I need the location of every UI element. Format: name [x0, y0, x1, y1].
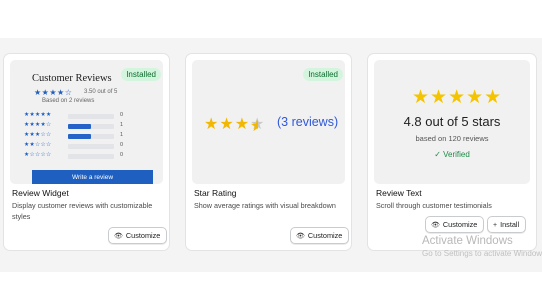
card-description: Scroll through customer testimonials — [376, 201, 492, 210]
bottom-band — [0, 272, 542, 305]
average-score: 3.50 out of 5 — [84, 89, 118, 95]
star-half-icon: ★ — [250, 116, 265, 133]
row-stars: ★★★★☆ — [24, 122, 52, 128]
row-bar — [68, 124, 114, 129]
row-bar — [68, 154, 114, 159]
rating-row: ★☆☆☆☆ 0 — [24, 152, 132, 162]
rating-stars: ★★★★★ — [412, 87, 503, 108]
rating-row: ★★☆☆☆ 0 — [24, 142, 132, 152]
app-card-review-widget: Customer Reviews ★★★★☆ 3.50 out of 5 Bas… — [3, 53, 170, 251]
row-bar — [68, 134, 114, 139]
row-count: 0 — [120, 142, 124, 148]
card-description: Display customer reviews with customizab… — [12, 201, 153, 221]
installed-badge: Installed — [121, 68, 161, 81]
app-card-review-text: ★★★★★ 4.8 out of 5 stars based on 120 re… — [367, 53, 537, 251]
row-stars: ★☆☆☆☆ — [24, 152, 52, 158]
write-review-button: Write a review — [32, 170, 153, 184]
preview-heading: Customer Reviews — [32, 73, 112, 84]
row-count: 0 — [120, 152, 124, 158]
average-stars: ★★★★☆ — [34, 88, 73, 97]
customize-label: Customize — [307, 231, 343, 240]
review-count-text: (3 reviews) — [277, 115, 339, 129]
star-full-icon: ★ — [204, 116, 220, 133]
verified-label: ✓ Verified — [434, 150, 470, 159]
row-count: 1 — [120, 132, 124, 138]
review-count: based on 120 reviews — [415, 134, 489, 143]
row-bar-fill — [68, 124, 91, 129]
plus-icon: + — [493, 222, 498, 229]
eye-icon: 👁︎ — [431, 222, 440, 229]
install-button[interactable]: + Install — [487, 216, 527, 233]
star-full-icon: ★ — [219, 116, 235, 133]
row-bar-fill — [68, 134, 91, 139]
customize-button[interactable]: 👁︎ Customize — [425, 216, 485, 233]
card-title: Star Rating — [194, 188, 237, 198]
row-stars: ★★★☆☆ — [24, 132, 52, 138]
install-label: Install — [500, 220, 520, 229]
row-stars: ★★☆☆☆ — [24, 142, 52, 148]
customize-label: Customize — [125, 231, 161, 240]
rating-row: ★★★★★ 0 — [24, 112, 132, 122]
review-count: Based on 2 reviews — [42, 98, 95, 104]
star-full-icon: ★ — [234, 116, 251, 133]
rating-row: ★★★☆☆ 1 — [24, 132, 132, 142]
row-bar — [68, 114, 114, 119]
activate-windows-subtitle: Go to Settings to activate Windows. — [422, 249, 542, 258]
rating-breakdown: ★★★★★ 0 ★★★★☆ 1 ★★★☆☆ 1 ★★☆☆☆ 0 ★☆☆☆☆ 0 — [24, 112, 132, 162]
customize-button[interactable]: 👁︎ Customize — [290, 227, 350, 244]
customize-button[interactable]: 👁︎ Customize — [108, 227, 168, 244]
app-card-star-rating: ★★★★ (3 reviews) Installed Star Rating S… — [185, 53, 352, 251]
rating-stars: ★★★★ — [204, 114, 265, 134]
card-title: Review Widget — [12, 188, 69, 198]
row-count: 1 — [120, 122, 124, 128]
card-description: Show average ratings with visual breakdo… — [194, 201, 336, 210]
installed-badge: Installed — [303, 68, 343, 81]
card-title: Review Text — [376, 188, 422, 198]
rating-row: ★★★★☆ 1 — [24, 122, 132, 132]
eye-icon: 👁︎ — [296, 233, 305, 240]
row-bar — [68, 144, 114, 149]
eye-icon: 👁︎ — [114, 233, 123, 240]
top-band — [0, 0, 542, 38]
activate-windows-title: Activate Windows — [422, 235, 513, 247]
row-count: 0 — [120, 112, 124, 118]
rating-headline: 4.8 out of 5 stars — [403, 114, 501, 129]
row-stars: ★★★★★ — [24, 112, 52, 118]
review-text-preview: ★★★★★ 4.8 out of 5 stars based on 120 re… — [374, 60, 530, 184]
customize-label: Customize — [442, 220, 478, 229]
